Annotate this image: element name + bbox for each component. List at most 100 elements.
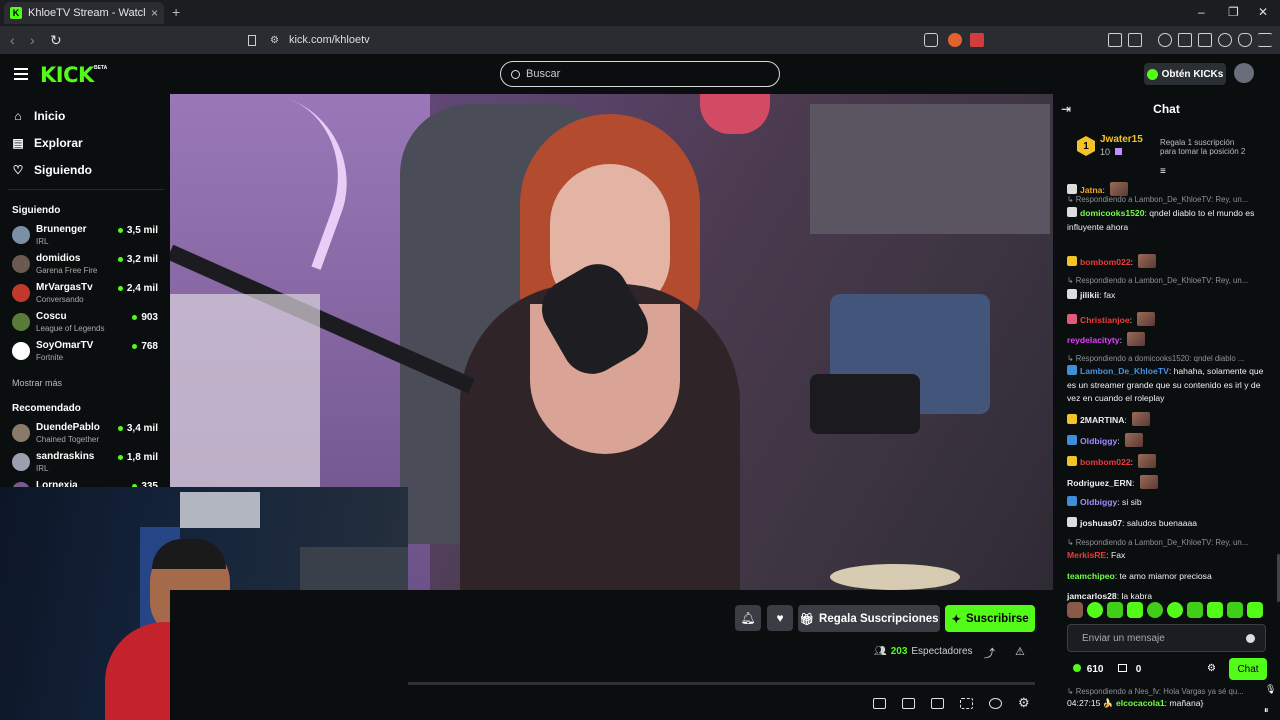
theater-mode-icon[interactable] — [931, 698, 944, 709]
chat-message-input[interactable]: Enviar un mensaje — [1067, 624, 1266, 652]
leader-count: 10 — [1100, 147, 1122, 157]
message-username[interactable]: Oldbiggy — [1080, 497, 1117, 507]
leo-ai-icon[interactable] — [1218, 33, 1232, 47]
expand-leaderboard-icon[interactable]: ≡ — [1160, 166, 1166, 177]
emote-icon[interactable] — [1247, 602, 1263, 618]
message-username[interactable]: bombom022 — [1080, 257, 1131, 267]
following-channel[interactable]: domidios Garena Free Fire 3,2 mil — [12, 253, 162, 279]
rewards-icon[interactable] — [970, 33, 984, 47]
hamburger-menu-icon[interactable] — [14, 68, 28, 80]
back-icon[interactable]: ‹ — [10, 32, 15, 48]
notification-bell-button[interactable]: 🔔︎ — [735, 605, 761, 631]
following-channel[interactable]: SoyOmarTV Fortnite 768 — [12, 340, 162, 366]
tab-close-icon[interactable]: × — [151, 6, 158, 20]
nav-home[interactable]: ⌂ Inicio — [12, 109, 65, 123]
nav-following[interactable]: ♡ Siguiendo — [12, 163, 92, 177]
minimize-button[interactable]: – — [1198, 5, 1205, 19]
sidebar-toggle-icon[interactable] — [1178, 33, 1192, 47]
channel-points[interactable]: 610 — [1073, 664, 1103, 675]
chat-settings-icon[interactable]: ⚙ — [1207, 663, 1216, 674]
kicks-balance[interactable]: 0 — [1118, 664, 1141, 675]
message-username[interactable]: jilikii — [1080, 290, 1099, 300]
url-bar[interactable]: ⚙ kick.com/khloetv — [248, 30, 988, 50]
recommended-channel[interactable]: sandraskins IRL 1,8 mil — [12, 451, 162, 477]
message-username[interactable]: elcocacola1 — [1116, 698, 1165, 708]
beta-label: BETA — [94, 65, 108, 71]
menu-icon[interactable] — [1258, 33, 1272, 47]
screenshot-icon[interactable] — [1128, 33, 1142, 47]
subscribe-button[interactable]: ✦ Suscribirse — [945, 605, 1035, 632]
fullscreen-icon[interactable] — [960, 698, 973, 709]
message-username[interactable]: teamchipeo — [1067, 571, 1115, 581]
following-channel[interactable]: MrVargasTv Conversando 2,4 mil — [12, 282, 162, 308]
emote-icon[interactable] — [1127, 602, 1143, 618]
reload-icon[interactable]: ↻ — [50, 32, 62, 49]
share-icon[interactable] — [924, 33, 938, 47]
kick-logo[interactable]: KICK — [40, 63, 94, 87]
emote-icon[interactable] — [1107, 602, 1123, 618]
message-username[interactable]: Rodriguez_ERN — [1067, 478, 1132, 488]
message-username[interactable]: 2MARTINA — [1080, 415, 1124, 425]
follow-button[interactable]: ♥ — [767, 605, 793, 631]
emote-icon[interactable] — [1227, 602, 1243, 618]
media-icon[interactable] — [1158, 33, 1172, 47]
get-kicks-label: Obtén KICKs — [1161, 68, 1224, 80]
message-username[interactable]: Lambon_De_KhloeTV — [1080, 366, 1169, 376]
message-username[interactable]: bombom022 — [1080, 457, 1131, 467]
message-username[interactable]: Oldbiggy — [1080, 436, 1117, 446]
browser-tab[interactable]: K KhloeTV Stream - Watch Live on Kick × — [4, 2, 164, 24]
site-info-icon[interactable]: ⚙ — [270, 35, 279, 46]
gift-cta[interactable]: Regala 1 suscripción para tomar la posic… — [1160, 138, 1272, 156]
forward-icon[interactable]: › — [30, 32, 35, 48]
message-username[interactable]: domicooks1520 — [1080, 208, 1144, 218]
report-icon[interactable]: ⚠ — [1015, 645, 1025, 658]
vpn-shield-icon[interactable] — [1238, 33, 1252, 47]
channel-category: League of Legends — [36, 324, 105, 333]
browser-tab-bar: K KhloeTV Stream - Watch Live on Kick × … — [0, 0, 1280, 26]
following-channel[interactable]: Brunenger IRL 3,5 mil — [12, 224, 162, 250]
message-username[interactable]: jamcarlos28 — [1067, 591, 1117, 601]
emote-icon[interactable] — [1167, 602, 1183, 618]
message-separator: : — [1119, 335, 1125, 345]
brave-shield-icon[interactable] — [948, 33, 962, 47]
settings-icon[interactable]: ⚙ — [1018, 695, 1030, 711]
show-more-link[interactable]: Mostrar más — [12, 378, 62, 388]
nav-explore[interactable]: ▤ Explorar — [12, 136, 82, 150]
channel-name: domidios — [36, 253, 81, 264]
window-close-button[interactable]: ✕ — [1258, 5, 1268, 19]
wallet-icon[interactable] — [1198, 33, 1212, 47]
message-username[interactable]: Jatna — [1080, 185, 1102, 195]
leader-name[interactable]: Jwater15 — [1100, 134, 1143, 145]
emote-icon[interactable] — [1087, 602, 1103, 618]
emote-icon[interactable] — [1147, 602, 1163, 618]
bookmark-icon[interactable] — [248, 34, 256, 46]
search-input[interactable]: Buscar — [500, 61, 780, 87]
gift-subs-button[interactable]: 🎁︎ Regala Suscripciones — [798, 605, 940, 632]
get-kicks-button[interactable]: Obtén KICKs — [1144, 63, 1226, 85]
rank-badge: 1 — [1077, 136, 1095, 156]
message-username[interactable]: MerkisRE — [1067, 550, 1106, 560]
user-avatar[interactable] — [1234, 63, 1254, 83]
message-username[interactable]: Christianjoe — [1080, 315, 1130, 325]
quality-icon[interactable] — [989, 698, 1002, 709]
message-username[interactable]: reydelacityty — [1067, 335, 1120, 345]
video-progress-bar[interactable] — [408, 682, 1035, 685]
emote-icon[interactable] — [1067, 602, 1083, 618]
recommended-channel[interactable]: DuendePablo Chained Together 3,4 mil — [12, 422, 162, 448]
extensions-icon[interactable] — [1108, 33, 1122, 47]
pause-chat-icon[interactable]: ⏸ — [1264, 705, 1269, 716]
gift-subs-label: Regala Suscripciones — [819, 612, 939, 625]
new-tab-button[interactable]: + — [172, 4, 180, 20]
miniplayer-icon[interactable] — [873, 698, 886, 709]
emote-icon[interactable] — [1187, 602, 1203, 618]
clip-icon[interactable] — [902, 698, 915, 709]
emoji-picker-icon[interactable] — [1246, 634, 1255, 643]
maximize-button[interactable]: ❐ — [1228, 5, 1239, 19]
message-username[interactable]: joshuas07 — [1080, 518, 1122, 528]
message-timestamp: 04:27:15 — [1067, 698, 1101, 708]
chat-send-button[interactable]: Chat — [1229, 658, 1267, 680]
following-channel[interactable]: Coscu League of Legends 903 — [12, 311, 162, 337]
emote-icon[interactable] — [1207, 602, 1223, 618]
points-icon — [1073, 664, 1081, 672]
share-stream-icon[interactable]: ⤴ — [984, 645, 995, 661]
